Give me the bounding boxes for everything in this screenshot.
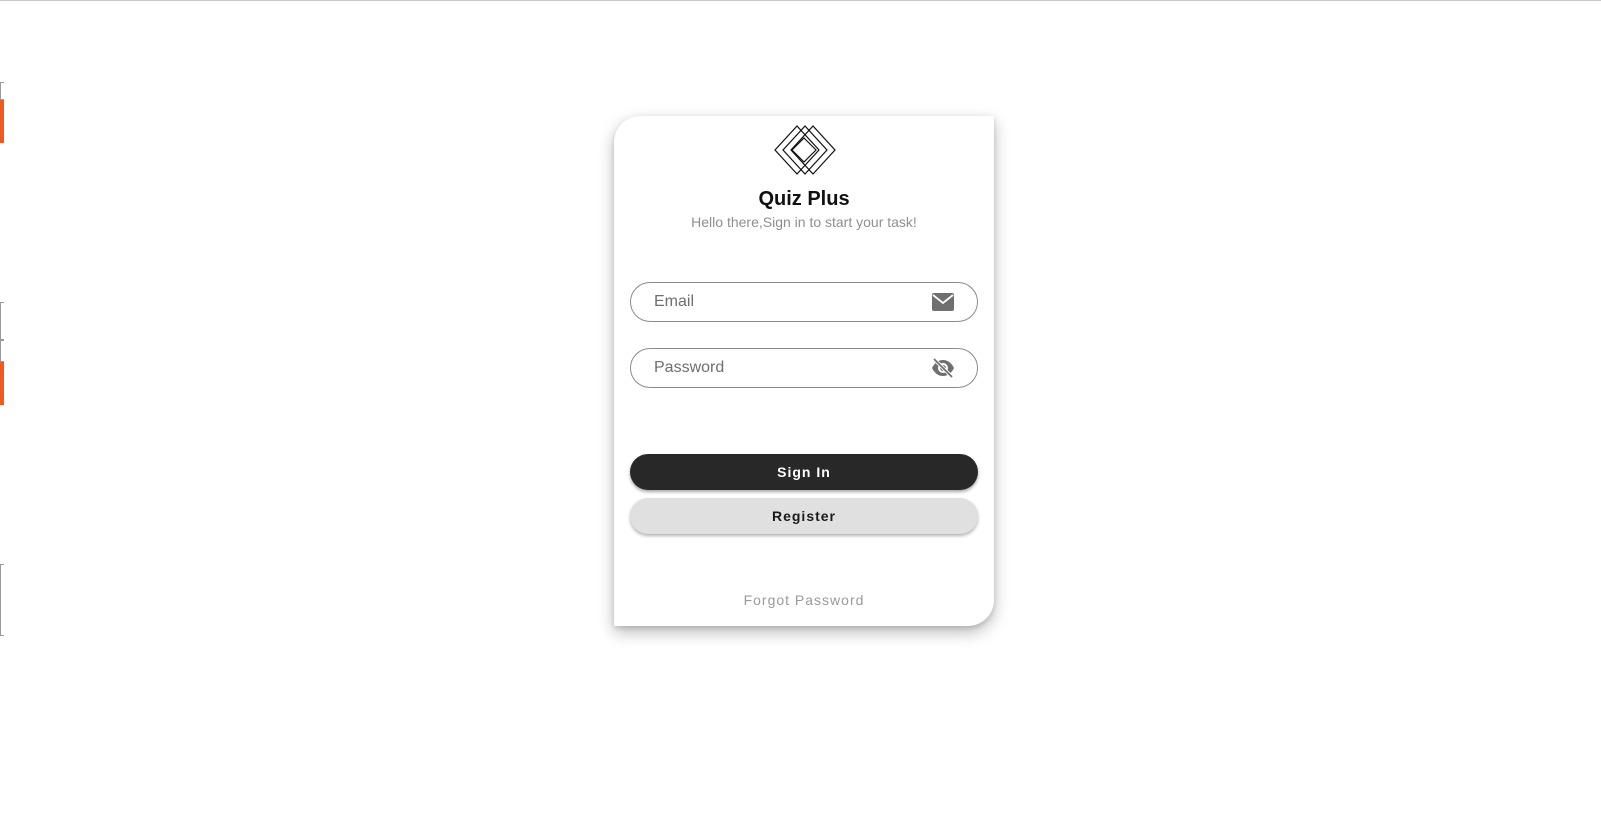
register-button[interactable]: Register [630, 498, 978, 534]
email-field[interactable] [630, 282, 978, 322]
eye-off-icon[interactable] [931, 357, 955, 379]
edge-frame-2 [0, 302, 4, 340]
edge-accent-1 [0, 100, 4, 143]
app-subtitle: Hello there,Sign in to start your task! [691, 214, 917, 230]
mail-icon [932, 293, 954, 311]
edge-frame-4 [0, 564, 4, 636]
password-input[interactable] [654, 349, 924, 387]
app-title: Quiz Plus [758, 188, 850, 210]
password-field[interactable] [630, 348, 978, 388]
login-card: Quiz Plus Hello there,Sign in to start y… [614, 116, 994, 626]
sign-in-button[interactable]: Sign In [630, 454, 978, 490]
email-input[interactable] [654, 283, 924, 321]
top-border [0, 0, 1601, 1]
edge-accent-2 [0, 362, 4, 405]
logo-icon [774, 125, 836, 175]
edge-frame-1 [0, 82, 4, 100]
edge-frame-3 [0, 340, 4, 362]
forgot-password-link[interactable]: Forgot Password [614, 592, 994, 608]
